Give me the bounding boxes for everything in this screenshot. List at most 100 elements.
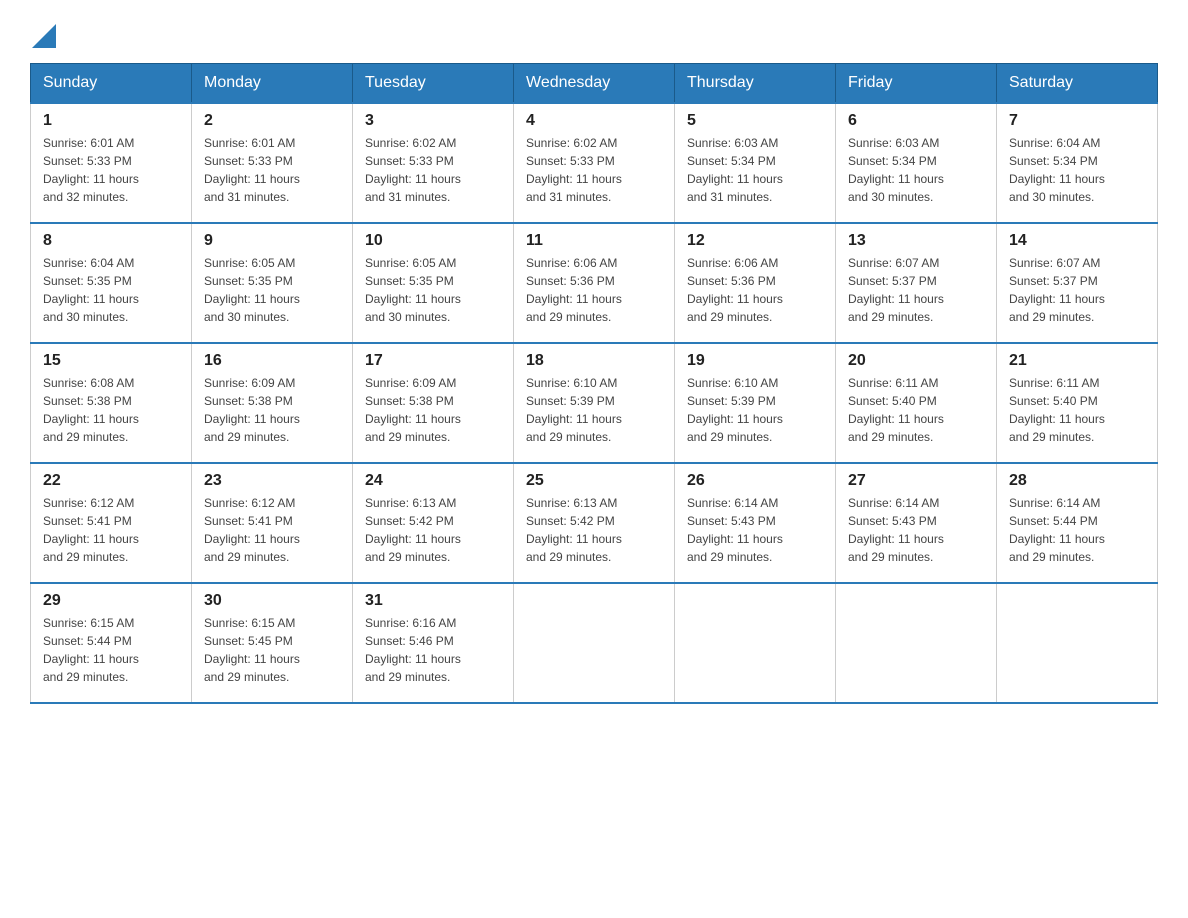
calendar-cell: 12 Sunrise: 6:06 AMSunset: 5:36 PMDayligh… xyxy=(675,223,836,343)
calendar-header-friday: Friday xyxy=(836,64,997,104)
day-number: 7 xyxy=(1009,112,1145,130)
calendar-cell: 24Sunrise: 6:13 AMSunset: 5:42 PMDayligh… xyxy=(353,463,514,583)
calendar-header-thursday: Thursday xyxy=(675,64,836,104)
day-number: 31 xyxy=(365,592,501,610)
calendar-week-row: 29 Sunrise: 6:15 AMSunset: 5:44 PMDayligh… xyxy=(31,583,1158,703)
calendar-week-row: 1 Sunrise: 6:01 AMSunset: 5:33 PMDaylight… xyxy=(31,103,1158,223)
day-number: 14 xyxy=(1009,232,1145,250)
day-number: 6 xyxy=(848,112,984,130)
calendar-week-row: 15 Sunrise: 6:08 AMSunset: 5:38 PMDayligh… xyxy=(31,343,1158,463)
day-info: Sunrise: 6:15 AMSunset: 5:45 PMDaylight:… xyxy=(204,614,340,686)
day-number: 16 xyxy=(204,352,340,370)
day-info: Sunrise: 6:14 AMSunset: 5:43 PMDaylight:… xyxy=(687,494,823,566)
day-info: Sunrise: 6:05 AMSunset: 5:35 PMDaylight:… xyxy=(204,254,340,326)
day-info: Sunrise: 6:04 AMSunset: 5:34 PMDaylight:… xyxy=(1009,134,1145,206)
calendar-cell: 7 Sunrise: 6:04 AMSunset: 5:34 PMDaylight… xyxy=(997,103,1158,223)
calendar-cell: 26 Sunrise: 6:14 AMSunset: 5:43 PMDayligh… xyxy=(675,463,836,583)
day-number: 26 xyxy=(687,472,823,490)
calendar-cell: 20 Sunrise: 6:11 AMSunset: 5:40 PMDayligh… xyxy=(836,343,997,463)
calendar-cell: 22 Sunrise: 6:12 AMSunset: 5:41 PMDayligh… xyxy=(31,463,192,583)
day-number: 2 xyxy=(204,112,340,130)
day-number: 18 xyxy=(526,352,662,370)
page-header xyxy=(30,20,1158,53)
day-number: 22 xyxy=(43,472,179,490)
day-number: 19 xyxy=(687,352,823,370)
day-info: Sunrise: 6:10 AMSunset: 5:39 PMDaylight:… xyxy=(526,374,662,446)
calendar-header-monday: Monday xyxy=(192,64,353,104)
calendar-cell: 6 Sunrise: 6:03 AMSunset: 5:34 PMDaylight… xyxy=(836,103,997,223)
calendar-cell: 11 Sunrise: 6:06 AMSunset: 5:36 PMDayligh… xyxy=(514,223,675,343)
day-number: 10 xyxy=(365,232,501,250)
calendar-cell xyxy=(836,583,997,703)
day-info: Sunrise: 6:05 AMSunset: 5:35 PMDaylight:… xyxy=(365,254,501,326)
day-info: Sunrise: 6:02 AMSunset: 5:33 PMDaylight:… xyxy=(526,134,662,206)
calendar-header-saturday: Saturday xyxy=(997,64,1158,104)
day-info: Sunrise: 6:08 AMSunset: 5:38 PMDaylight:… xyxy=(43,374,179,446)
day-info: Sunrise: 6:11 AMSunset: 5:40 PMDaylight:… xyxy=(1009,374,1145,446)
day-info: Sunrise: 6:07 AMSunset: 5:37 PMDaylight:… xyxy=(848,254,984,326)
day-info: Sunrise: 6:13 AMSunset: 5:42 PMDaylight:… xyxy=(365,494,501,566)
day-number: 5 xyxy=(687,112,823,130)
calendar-week-row: 8Sunrise: 6:04 AMSunset: 5:35 PMDaylight… xyxy=(31,223,1158,343)
calendar-cell: 29 Sunrise: 6:15 AMSunset: 5:44 PMDayligh… xyxy=(31,583,192,703)
day-number: 25 xyxy=(526,472,662,490)
day-info: Sunrise: 6:07 AMSunset: 5:37 PMDaylight:… xyxy=(1009,254,1145,326)
calendar-cell: 28 Sunrise: 6:14 AMSunset: 5:44 PMDayligh… xyxy=(997,463,1158,583)
calendar-cell xyxy=(514,583,675,703)
day-info: Sunrise: 6:15 AMSunset: 5:44 PMDaylight:… xyxy=(43,614,179,686)
day-number: 20 xyxy=(848,352,984,370)
calendar-header-row: SundayMondayTuesdayWednesdayThursdayFrid… xyxy=(31,64,1158,104)
day-info: Sunrise: 6:01 AMSunset: 5:33 PMDaylight:… xyxy=(204,134,340,206)
calendar-cell: 2 Sunrise: 6:01 AMSunset: 5:33 PMDaylight… xyxy=(192,103,353,223)
calendar-cell: 17Sunrise: 6:09 AMSunset: 5:38 PMDayligh… xyxy=(353,343,514,463)
day-number: 11 xyxy=(526,232,662,250)
day-number: 3 xyxy=(365,112,501,130)
day-number: 4 xyxy=(526,112,662,130)
day-number: 29 xyxy=(43,592,179,610)
calendar-cell: 10 Sunrise: 6:05 AMSunset: 5:35 PMDayligh… xyxy=(353,223,514,343)
calendar-cell xyxy=(997,583,1158,703)
day-number: 9 xyxy=(204,232,340,250)
day-info: Sunrise: 6:13 AMSunset: 5:42 PMDaylight:… xyxy=(526,494,662,566)
day-info: Sunrise: 6:06 AMSunset: 5:36 PMDaylight:… xyxy=(526,254,662,326)
day-number: 12 xyxy=(687,232,823,250)
logo xyxy=(30,20,58,53)
day-number: 1 xyxy=(43,112,179,130)
calendar-cell: 21 Sunrise: 6:11 AMSunset: 5:40 PMDayligh… xyxy=(997,343,1158,463)
calendar-cell: 5 Sunrise: 6:03 AMSunset: 5:34 PMDaylight… xyxy=(675,103,836,223)
day-number: 28 xyxy=(1009,472,1145,490)
day-info: Sunrise: 6:12 AMSunset: 5:41 PMDaylight:… xyxy=(43,494,179,566)
calendar-cell: 8Sunrise: 6:04 AMSunset: 5:35 PMDaylight… xyxy=(31,223,192,343)
calendar-header-wednesday: Wednesday xyxy=(514,64,675,104)
day-info: Sunrise: 6:10 AMSunset: 5:39 PMDaylight:… xyxy=(687,374,823,446)
day-number: 8 xyxy=(43,232,179,250)
day-info: Sunrise: 6:14 AMSunset: 5:44 PMDaylight:… xyxy=(1009,494,1145,566)
day-info: Sunrise: 6:01 AMSunset: 5:33 PMDaylight:… xyxy=(43,134,179,206)
day-number: 27 xyxy=(848,472,984,490)
calendar-cell: 19 Sunrise: 6:10 AMSunset: 5:39 PMDayligh… xyxy=(675,343,836,463)
day-info: Sunrise: 6:09 AMSunset: 5:38 PMDaylight:… xyxy=(365,374,501,446)
day-number: 15 xyxy=(43,352,179,370)
calendar-table: SundayMondayTuesdayWednesdayThursdayFrid… xyxy=(30,63,1158,704)
day-info: Sunrise: 6:11 AMSunset: 5:40 PMDaylight:… xyxy=(848,374,984,446)
day-info: Sunrise: 6:03 AMSunset: 5:34 PMDaylight:… xyxy=(848,134,984,206)
day-info: Sunrise: 6:03 AMSunset: 5:34 PMDaylight:… xyxy=(687,134,823,206)
day-number: 23 xyxy=(204,472,340,490)
calendar-cell: 30 Sunrise: 6:15 AMSunset: 5:45 PMDayligh… xyxy=(192,583,353,703)
day-info: Sunrise: 6:02 AMSunset: 5:33 PMDaylight:… xyxy=(365,134,501,206)
calendar-cell xyxy=(675,583,836,703)
calendar-cell: 16 Sunrise: 6:09 AMSunset: 5:38 PMDayligh… xyxy=(192,343,353,463)
day-number: 13 xyxy=(848,232,984,250)
day-number: 30 xyxy=(204,592,340,610)
calendar-cell: 4 Sunrise: 6:02 AMSunset: 5:33 PMDaylight… xyxy=(514,103,675,223)
calendar-cell: 3 Sunrise: 6:02 AMSunset: 5:33 PMDaylight… xyxy=(353,103,514,223)
day-info: Sunrise: 6:16 AMSunset: 5:46 PMDaylight:… xyxy=(365,614,501,686)
day-info: Sunrise: 6:09 AMSunset: 5:38 PMDaylight:… xyxy=(204,374,340,446)
calendar-cell: 18 Sunrise: 6:10 AMSunset: 5:39 PMDayligh… xyxy=(514,343,675,463)
day-info: Sunrise: 6:06 AMSunset: 5:36 PMDaylight:… xyxy=(687,254,823,326)
calendar-header-sunday: Sunday xyxy=(31,64,192,104)
calendar-cell: 25 Sunrise: 6:13 AMSunset: 5:42 PMDayligh… xyxy=(514,463,675,583)
day-info: Sunrise: 6:14 AMSunset: 5:43 PMDaylight:… xyxy=(848,494,984,566)
calendar-cell: 9 Sunrise: 6:05 AMSunset: 5:35 PMDaylight… xyxy=(192,223,353,343)
day-number: 21 xyxy=(1009,352,1145,370)
